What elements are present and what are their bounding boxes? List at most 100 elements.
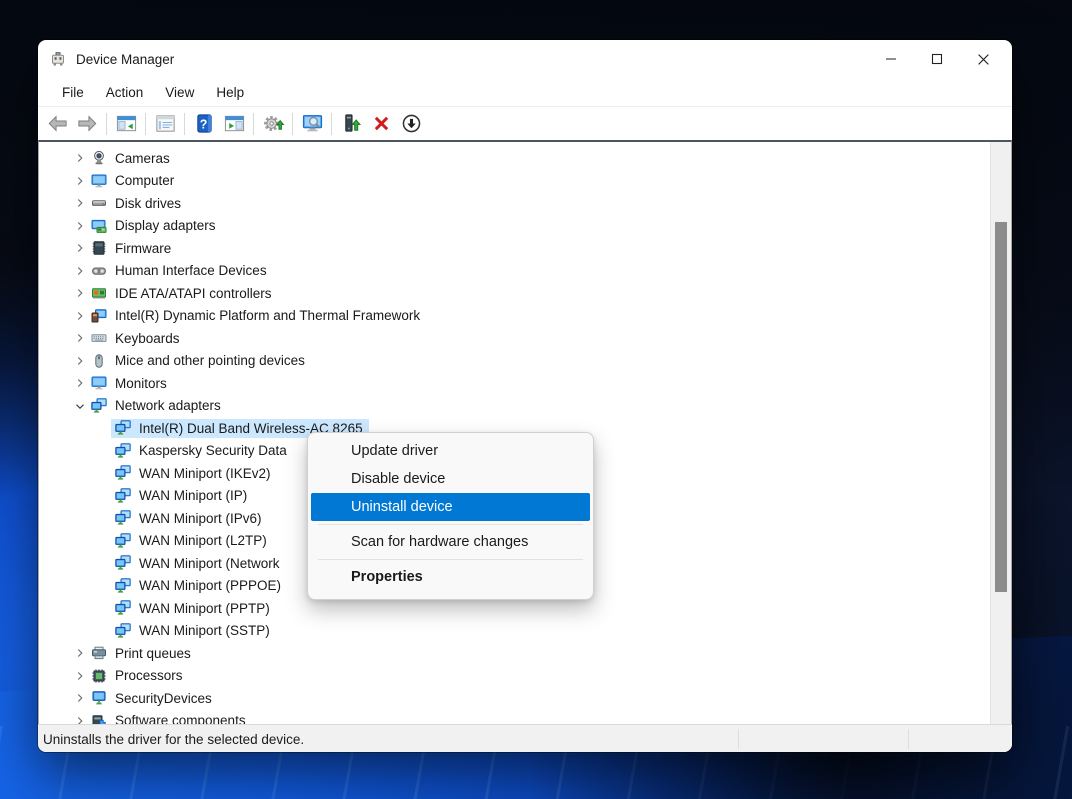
chevron-right-icon[interactable] <box>73 286 87 300</box>
back-icon <box>46 112 69 135</box>
context-menu-item-disable-device[interactable]: Disable device <box>311 465 590 493</box>
context-menu-item-properties[interactable]: Properties <box>311 563 590 591</box>
tree-item-target[interactable]: IDE ATA/ATAPI controllers <box>87 284 278 303</box>
scan-hardware-button[interactable] <box>297 110 327 138</box>
maximize-button[interactable] <box>914 40 960 78</box>
hid-icon <box>91 263 107 279</box>
tree-item-target[interactable]: Intel(R) Dynamic Platform and Thermal Fr… <box>87 306 426 325</box>
minimize-icon <box>885 53 897 65</box>
menu-bar: FileActionViewHelp <box>38 78 1012 107</box>
chevron-right-icon[interactable] <box>73 354 87 368</box>
show-console-tree-button[interactable] <box>111 110 141 138</box>
tree-item-target[interactable]: WAN Miniport (PPTP) <box>111 599 276 618</box>
tree-item-keyboards: Keyboards <box>39 327 989 350</box>
chevron-right-icon[interactable] <box>73 646 87 660</box>
context-menu-item-label: Properties <box>311 569 423 585</box>
vertical-scrollbar[interactable] <box>990 142 1011 724</box>
back-button[interactable] <box>42 110 72 138</box>
tree-item-target[interactable]: Keyboards <box>87 329 186 348</box>
context-menu-separator <box>318 559 583 560</box>
context-menu-item-label: Disable device <box>311 471 445 487</box>
tree-item-target[interactable]: WAN Miniport (IP) <box>111 486 253 505</box>
network-adapter-icon <box>115 600 131 616</box>
chevron-right-icon[interactable] <box>73 151 87 165</box>
tree-item-target[interactable]: Kaspersky Security Data <box>111 441 293 460</box>
chevron-right-icon[interactable] <box>73 714 87 724</box>
tree-item-label: WAN Miniport (PPPOE) <box>139 578 281 593</box>
menu-item-view[interactable]: View <box>155 82 204 103</box>
tree-item-target[interactable]: Print queues <box>87 644 197 663</box>
tree-item-target[interactable]: Cameras <box>87 149 176 168</box>
tree-item-target[interactable]: WAN Miniport (L2TP) <box>111 531 273 550</box>
chevron-right-icon[interactable] <box>73 241 87 255</box>
tree-item-label: Display adapters <box>115 218 216 233</box>
tree-item-target[interactable]: WAN Miniport (PPPOE) <box>111 576 287 595</box>
chevron-right-icon[interactable] <box>73 376 87 390</box>
display-adapter-icon <box>91 218 107 234</box>
tree-item-target[interactable]: Software components <box>87 711 252 724</box>
tree-item-target[interactable]: Processors <box>87 666 189 685</box>
tree-item-target[interactable]: Network adapters <box>87 396 227 415</box>
help-button[interactable]: ? <box>189 110 219 138</box>
toolbar-separator <box>331 113 332 135</box>
scrollbar-thumb[interactable] <box>995 222 1007 592</box>
chevron-right-icon[interactable] <box>73 691 87 705</box>
menu-item-help[interactable]: Help <box>206 82 254 103</box>
tree-item-target[interactable]: WAN Miniport (IPv6) <box>111 509 268 528</box>
tree-item-target[interactable]: WAN Miniport (Network <box>111 554 286 573</box>
show-console-tree-icon <box>115 112 138 135</box>
chevron-right-icon[interactable] <box>73 309 87 323</box>
context-menu-item-update-driver[interactable]: Update driver <box>311 437 590 465</box>
tree-item-target[interactable]: Human Interface Devices <box>87 261 273 280</box>
tree-item-target[interactable]: Display adapters <box>87 216 222 235</box>
tree-item-computer: Computer <box>39 170 989 193</box>
toolbar-separator <box>253 113 254 135</box>
chevron-right-icon[interactable] <box>73 331 87 345</box>
tree-item-target[interactable]: Firmware <box>87 239 177 258</box>
update-driver-gear-button[interactable] <box>258 110 288 138</box>
forward-button[interactable] <box>72 110 102 138</box>
tree-item-target[interactable]: SecurityDevices <box>87 689 218 708</box>
help-icon: ? <box>193 112 216 135</box>
tree-item-target[interactable]: Disk drives <box>87 194 187 213</box>
toolbar-separator <box>292 113 293 135</box>
context-menu-item-uninstall-device[interactable]: Uninstall device <box>311 493 590 521</box>
tree-item-label: Monitors <box>115 376 167 391</box>
minimize-button[interactable] <box>868 40 914 78</box>
tree-item-target[interactable]: Computer <box>87 171 180 190</box>
tree-item-intel-r-dynamic-platform-and-thermal-framework: Intel(R) Dynamic Platform and Thermal Fr… <box>39 305 989 328</box>
tree-item-display-adapters: Display adapters <box>39 215 989 238</box>
chevron-right-icon[interactable] <box>73 669 87 683</box>
chevron-right-icon[interactable] <box>73 219 87 233</box>
tree-item-target[interactable]: Mice and other pointing devices <box>87 351 311 370</box>
update-driver-device-button[interactable] <box>336 110 366 138</box>
tree-item-label: Intel(R) Dynamic Platform and Thermal Fr… <box>115 308 420 323</box>
tree-item-mice-and-other-pointing-devices: Mice and other pointing devices <box>39 350 989 373</box>
status-bar: Uninstalls the driver for the selected d… <box>38 724 1012 752</box>
context-menu-item-label: Scan for hardware changes <box>311 534 528 550</box>
tree-item-label: WAN Miniport (Network <box>139 556 280 571</box>
tree-item-target[interactable]: Monitors <box>87 374 173 393</box>
disable-device-button[interactable] <box>396 110 426 138</box>
tree-item-target[interactable]: WAN Miniport (SSTP) <box>111 621 276 640</box>
tree-item-target[interactable]: WAN Miniport (IKEv2) <box>111 464 277 483</box>
menu-item-action[interactable]: Action <box>96 82 154 103</box>
action-pane-button[interactable] <box>219 110 249 138</box>
tree-item-label: WAN Miniport (L2TP) <box>139 533 267 548</box>
context-menu-item-label: Update driver <box>311 443 438 459</box>
toolbar-separator <box>184 113 185 135</box>
properties-window-button[interactable] <box>150 110 180 138</box>
security-device-icon <box>91 690 107 706</box>
close-button[interactable] <box>960 40 1006 78</box>
network-adapter-icon <box>115 533 131 549</box>
tree-item-label: Mice and other pointing devices <box>115 353 305 368</box>
chevron-right-icon[interactable] <box>73 264 87 278</box>
chevron-right-icon[interactable] <box>73 196 87 210</box>
context-menu-item-scan-for-hardware-changes[interactable]: Scan for hardware changes <box>311 528 590 556</box>
chevron-right-icon[interactable] <box>73 174 87 188</box>
menu-item-file[interactable]: File <box>52 82 94 103</box>
uninstall-device-button[interactable] <box>366 110 396 138</box>
chevron-down-icon[interactable] <box>73 399 87 413</box>
tree-item-software-components: Software components <box>39 710 989 725</box>
tree-item-label: Computer <box>115 173 174 188</box>
